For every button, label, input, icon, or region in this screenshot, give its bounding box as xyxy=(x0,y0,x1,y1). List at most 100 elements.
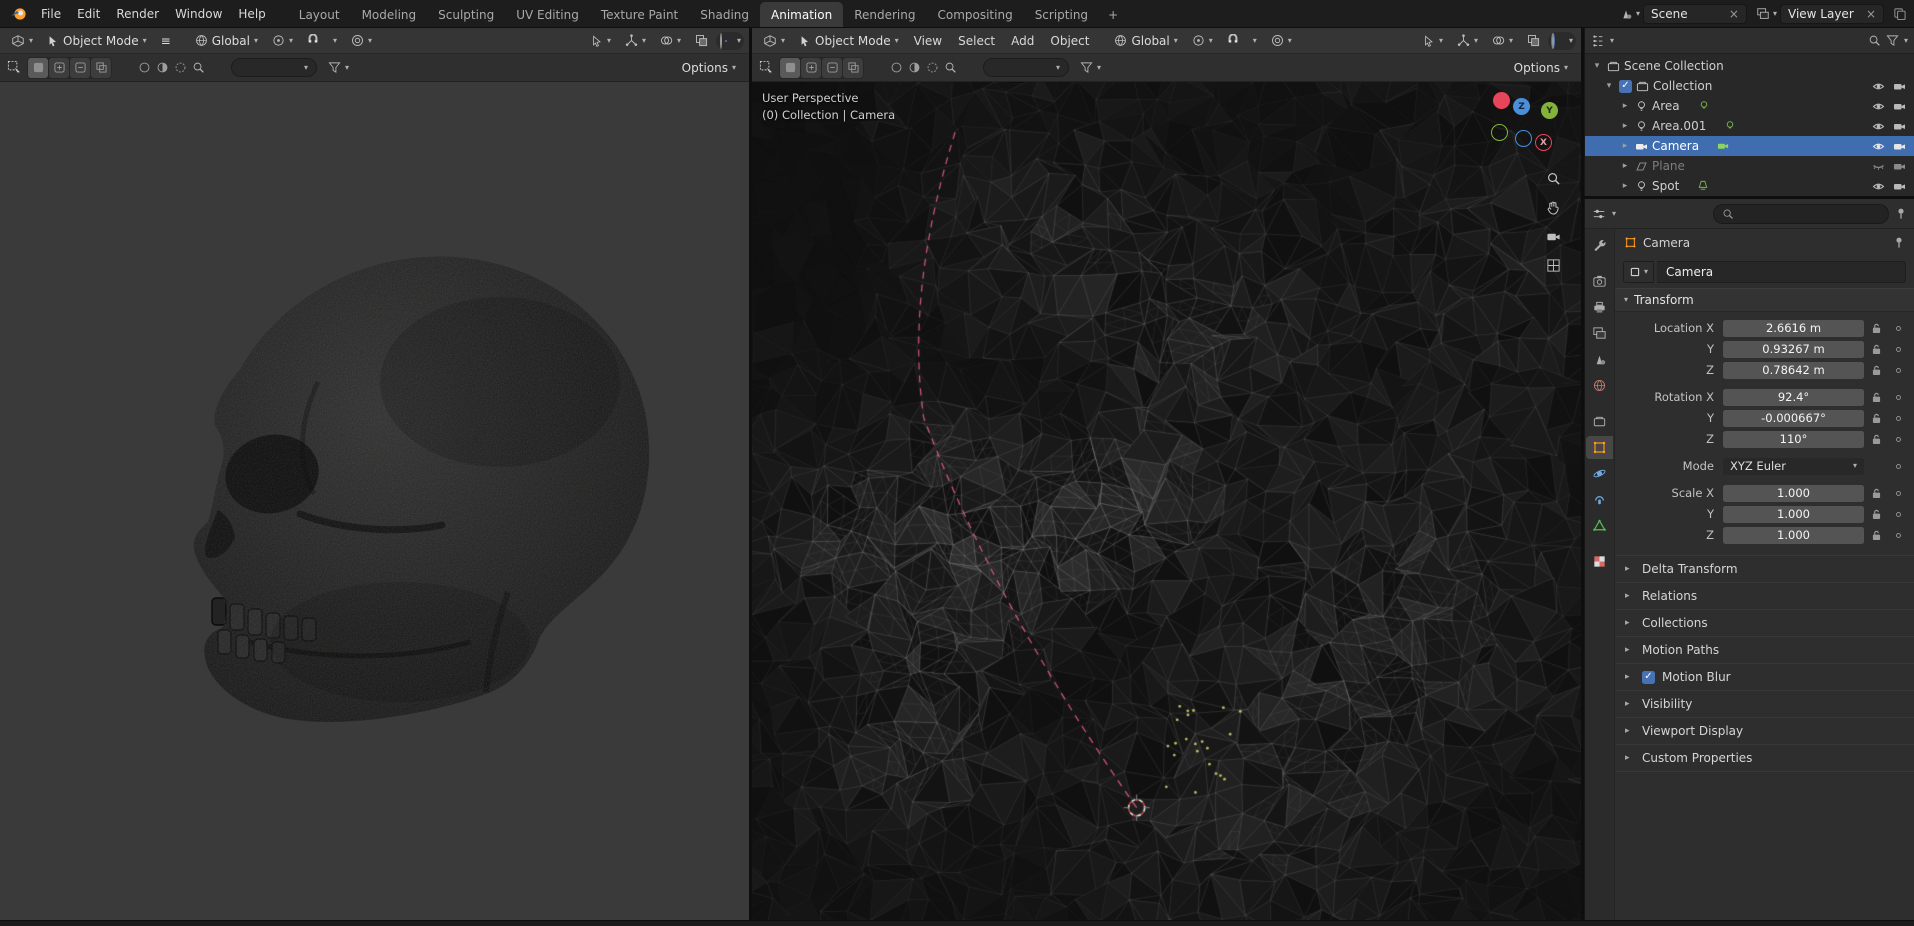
snap-settings-dropdown[interactable]: ▾ xyxy=(327,35,343,47)
xray-toggle[interactable] xyxy=(689,32,714,49)
outliner-row-camera[interactable]: ▸ Camera xyxy=(1585,136,1914,156)
shading-mode-switch[interactable]: ▾ xyxy=(1547,31,1576,50)
lock-icon[interactable] xyxy=(1872,365,1881,376)
properties-editor-icon[interactable] xyxy=(1592,207,1606,221)
workspace-tab-shading[interactable]: Shading xyxy=(689,2,760,27)
mode-dropdown[interactable]: Object Mode ▾ xyxy=(793,32,905,50)
render-visibility-icon[interactable] xyxy=(1893,160,1906,173)
rotation-z-field[interactable]: 110° xyxy=(1723,430,1864,448)
workspace-tab-compositing[interactable]: Compositing xyxy=(926,2,1023,27)
outliner-row-spot[interactable]: ▸ Spot xyxy=(1585,176,1914,196)
pin-icon[interactable] xyxy=(1895,207,1907,220)
axis-x-ball[interactable]: X xyxy=(1535,134,1552,151)
show-gizmo-dropdown[interactable]: ▾ xyxy=(1451,32,1484,49)
search-icon[interactable] xyxy=(192,61,205,74)
axis-y-neg-ball[interactable] xyxy=(1491,124,1508,141)
filter-dropdown[interactable]: ▾ xyxy=(322,59,355,76)
show-overlays-dropdown[interactable]: ▾ xyxy=(1486,32,1519,49)
texture-tab[interactable] xyxy=(1586,550,1613,573)
light-data-icon[interactable] xyxy=(1697,180,1709,192)
tool-option-icon-1[interactable] xyxy=(890,61,903,74)
scale-z-field[interactable]: 1.000 xyxy=(1723,526,1864,544)
scale-y-field[interactable]: 1.000 xyxy=(1723,505,1864,523)
select-subtract-button[interactable] xyxy=(822,57,842,78)
toggle-ortho-icon[interactable] xyxy=(1543,255,1563,275)
collection-tab[interactable] xyxy=(1586,410,1613,433)
render-visibility-icon[interactable] xyxy=(1893,140,1906,153)
rotation-mode-dropdown[interactable]: XYZ Euler ▾ xyxy=(1723,457,1864,475)
menu-edit[interactable]: Edit xyxy=(69,3,108,24)
zoom-icon[interactable] xyxy=(1543,168,1563,188)
wireframe-canvas[interactable] xyxy=(752,82,1581,920)
workspace-tab-texture-paint[interactable]: Texture Paint xyxy=(590,2,689,27)
workspace-tab-layout[interactable]: Layout xyxy=(288,2,351,27)
close-icon[interactable]: × xyxy=(1866,8,1876,20)
outliner-row-area-001[interactable]: ▸ Area.001 xyxy=(1585,116,1914,136)
section-delta-transform[interactable]: ▸ Delta Transform xyxy=(1615,555,1914,582)
section-custom-properties[interactable]: ▸ Custom Properties xyxy=(1615,744,1914,771)
rotation-x-field[interactable]: 92.4° xyxy=(1723,388,1864,406)
select-intersect-button[interactable] xyxy=(843,57,863,78)
object-visibility-dropdown[interactable]: ▾ xyxy=(585,33,617,49)
scene-name-field[interactable]: Scene × xyxy=(1642,3,1747,24)
animate-decorator[interactable] xyxy=(1895,532,1901,538)
snap-toggle[interactable] xyxy=(1221,32,1245,49)
object-visibility-dropdown[interactable]: ▾ xyxy=(1417,33,1449,49)
select-set-button[interactable] xyxy=(780,57,800,78)
breadcrumb-object-name[interactable]: Camera xyxy=(1643,236,1690,250)
options-dropdown[interactable]: Options ▾ xyxy=(676,59,742,77)
editor-type-button[interactable]: ▾ xyxy=(757,32,791,50)
lock-icon[interactable] xyxy=(1872,509,1881,520)
select-set-button[interactable] xyxy=(28,57,48,78)
wireframe-shading-icon[interactable] xyxy=(719,32,722,49)
snap-settings-dropdown[interactable]: ▾ xyxy=(1247,35,1263,47)
navigation-gizmo[interactable]: Z Y X xyxy=(1491,90,1565,154)
axis-x-neg-ball[interactable] xyxy=(1493,92,1510,109)
menu-render[interactable]: Render xyxy=(108,3,167,24)
animate-decorator[interactable] xyxy=(1895,415,1901,421)
tool-tab[interactable] xyxy=(1586,234,1613,257)
section-visibility[interactable]: ▸ Visibility xyxy=(1615,690,1914,717)
snap-toggle[interactable] xyxy=(301,32,325,49)
render-visibility-icon[interactable] xyxy=(1893,80,1906,93)
scale-x-field[interactable]: 1.000 xyxy=(1723,484,1864,502)
section-viewport-display[interactable]: ▸ Viewport Display xyxy=(1615,717,1914,744)
animate-decorator[interactable] xyxy=(1895,394,1901,400)
eye-icon[interactable] xyxy=(1872,100,1885,113)
menu-add[interactable]: Add xyxy=(1004,32,1041,50)
view-layer-name-field[interactable]: View Layer × xyxy=(1780,3,1884,24)
location-y-field[interactable]: 0.93267 m xyxy=(1723,340,1864,358)
world-tab[interactable] xyxy=(1586,374,1613,397)
animate-decorator[interactable] xyxy=(1895,511,1901,517)
animate-decorator[interactable] xyxy=(1895,490,1901,496)
eye-icon[interactable] xyxy=(1872,120,1885,133)
rotation-y-field[interactable]: -0.000667° xyxy=(1723,409,1864,427)
collapsed-menus-button[interactable]: ≡ xyxy=(155,32,177,50)
render-visibility-icon[interactable] xyxy=(1893,180,1906,193)
location-x-field[interactable]: 2.6616 m xyxy=(1723,319,1864,337)
menu-window[interactable]: Window xyxy=(167,3,230,24)
animate-decorator[interactable] xyxy=(1895,346,1901,352)
object-tab[interactable] xyxy=(1586,436,1613,459)
select-intersect-button[interactable] xyxy=(91,57,111,78)
new-layer-icon[interactable] xyxy=(1893,7,1906,20)
workspace-tab-uv-editing[interactable]: UV Editing xyxy=(505,2,590,27)
transform-panel-header[interactable]: ▾ Transform xyxy=(1615,288,1914,312)
transform-orientation-dropdown[interactable]: Global ▾ xyxy=(1108,32,1183,50)
outliner-editor-icon[interactable] xyxy=(1591,34,1605,48)
browse-object-button[interactable]: ▾ xyxy=(1623,261,1655,283)
select-subtract-button[interactable] xyxy=(70,57,90,78)
wireframe-shading-icon[interactable] xyxy=(1551,32,1554,49)
tool-option-icon-2[interactable] xyxy=(908,61,921,74)
mode-dropdown[interactable]: Object Mode ▾ xyxy=(41,32,153,50)
active-tool-icon[interactable] xyxy=(759,60,774,75)
eye-closed-icon[interactable] xyxy=(1872,160,1885,173)
eye-icon[interactable] xyxy=(1872,140,1885,153)
tool-option-icon-2[interactable] xyxy=(156,61,169,74)
pin-icon[interactable] xyxy=(1893,236,1905,249)
axis-z-neg-ball[interactable] xyxy=(1515,130,1532,147)
location-z-field[interactable]: 0.78642 m xyxy=(1723,361,1864,379)
tool-option-icon-3[interactable] xyxy=(926,61,939,74)
add-workspace-button[interactable]: + xyxy=(1099,2,1127,27)
tool-settings-dropdown[interactable]: ▾ xyxy=(231,58,317,77)
